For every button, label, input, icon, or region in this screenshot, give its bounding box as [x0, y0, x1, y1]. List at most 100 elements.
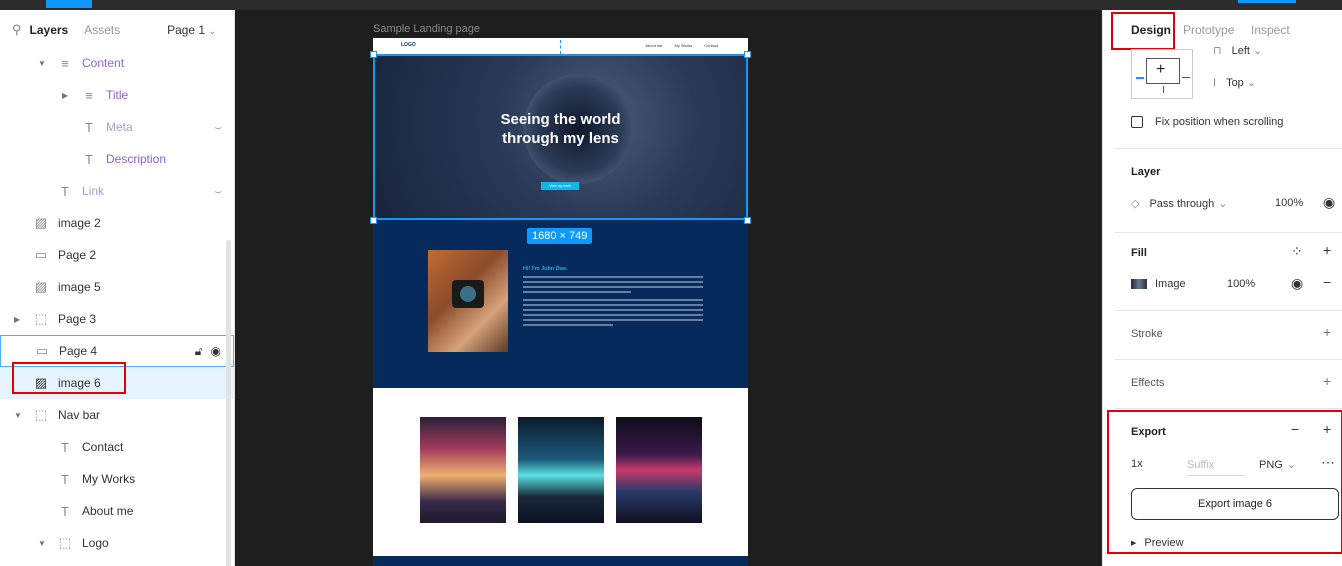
- about-section[interactable]: Hi! I'm John Doe.: [373, 220, 748, 388]
- constraint-left[interactable]: [1136, 77, 1144, 79]
- resize-handle[interactable]: [744, 217, 751, 224]
- text-line: [523, 286, 703, 288]
- export-suffix-input[interactable]: Suffix: [1187, 454, 1245, 476]
- vertical-constraint-select[interactable]: I Top ⌄: [1213, 76, 1256, 89]
- nav-link-about[interactable]: About me: [645, 43, 662, 48]
- caret-down-icon[interactable]: ▼: [14, 411, 24, 420]
- tab-design[interactable]: Design: [1131, 23, 1171, 37]
- hero-image[interactable]: Seeing the world through my lens View my…: [373, 54, 748, 220]
- auto-layout-icon: ≡: [85, 87, 93, 103]
- caret-right-icon[interactable]: ▶: [62, 91, 72, 100]
- image-icon: ▨: [34, 279, 48, 294]
- remove-export-icon[interactable]: −: [1291, 421, 1299, 437]
- layer-row-description[interactable]: T Description: [0, 143, 234, 175]
- fill-row[interactable]: Image: [1131, 278, 1186, 290]
- caret-down-icon[interactable]: ▼: [38, 59, 48, 68]
- portrait-image[interactable]: [428, 250, 508, 352]
- hero-button[interactable]: View my work: [541, 182, 579, 190]
- layer-section-title: Layer: [1131, 166, 1161, 178]
- layer-row-page-2[interactable]: ▭ Page 2: [0, 239, 234, 271]
- export-scale[interactable]: 1x: [1131, 458, 1143, 470]
- text-icon: T: [61, 471, 69, 487]
- more-options-icon[interactable]: ⋯: [1321, 454, 1335, 471]
- constraints-widget[interactable]: +: [1131, 49, 1193, 99]
- gallery-image-2[interactable]: [518, 417, 604, 523]
- resize-handle[interactable]: [744, 51, 751, 58]
- hidden-eye-icon[interactable]: ⌣: [214, 184, 222, 199]
- horizontal-constraint-select[interactable]: ⊓ Left ⌄: [1213, 44, 1262, 57]
- resize-handle[interactable]: [370, 51, 377, 58]
- figma-app: ⚲ Layers Assets Page 1 ⌄ ▼ ≡ Content ▶ ≡…: [0, 0, 1342, 566]
- blend-mode-select[interactable]: ◇ Pass through ⌄: [1131, 197, 1228, 211]
- fix-position-checkbox[interactable]: [1131, 116, 1143, 128]
- text-line: [523, 324, 613, 326]
- add-export-icon[interactable]: +: [1323, 421, 1331, 437]
- layer-row-contact[interactable]: T Contact: [0, 431, 234, 463]
- layer-row-my-works[interactable]: T My Works: [0, 463, 234, 495]
- gallery-image-3[interactable]: [616, 417, 702, 523]
- search-icon[interactable]: ⚲: [12, 22, 22, 38]
- fix-position-option[interactable]: Fix position when scrolling: [1131, 116, 1283, 128]
- layer-row-page-3[interactable]: ▶ ⬚ Page 3: [0, 303, 234, 335]
- page-selector[interactable]: Page 1 ⌄: [167, 23, 216, 37]
- unlock-icon[interactable]: 🔓︎: [195, 344, 203, 359]
- nav-link-contact[interactable]: Contact: [704, 43, 718, 48]
- gallery-image-1[interactable]: [420, 417, 506, 523]
- landing-page-frame[interactable]: LOGO About me My Works Contact Seeing th…: [373, 38, 748, 566]
- tab-inspect[interactable]: Inspect: [1251, 23, 1290, 37]
- layer-row-about-me[interactable]: T About me: [0, 495, 234, 527]
- export-format-select[interactable]: PNG ⌄: [1259, 458, 1296, 472]
- add-effect-icon[interactable]: +: [1323, 373, 1331, 389]
- logo[interactable]: LOGO: [401, 42, 416, 48]
- caret-right-icon[interactable]: ▶: [14, 315, 24, 324]
- fill-opacity[interactable]: 100%: [1227, 278, 1255, 290]
- hidden-eye-icon[interactable]: ⌣: [214, 120, 222, 135]
- layer-name: Link: [82, 184, 105, 198]
- layer-opacity[interactable]: 100%: [1275, 197, 1303, 209]
- constraint-bottom[interactable]: [1163, 86, 1164, 93]
- remove-fill-icon[interactable]: −: [1323, 274, 1331, 290]
- caret-down-icon[interactable]: ▼: [38, 539, 48, 548]
- layer-row-nav-bar[interactable]: ▼ ⬚ Nav bar: [0, 399, 234, 431]
- design-canvas[interactable]: Sample Landing page LOGO About me My Wor…: [235, 10, 1101, 566]
- resize-handle[interactable]: [370, 217, 377, 224]
- layer-name: Logo: [82, 536, 109, 550]
- eye-icon[interactable]: ◉: [211, 344, 221, 359]
- layer-row-logo[interactable]: ▼ ⬚ Logo: [0, 527, 234, 559]
- tab-layers[interactable]: Layers: [30, 23, 69, 37]
- add-stroke-icon[interactable]: +: [1323, 324, 1331, 340]
- nav-link-works[interactable]: My Works: [675, 43, 693, 48]
- layers-scrollbar[interactable]: [226, 240, 231, 566]
- vertical-constraint-value: Top: [1226, 77, 1244, 89]
- frame-label[interactable]: Sample Landing page: [373, 23, 480, 35]
- export-section-title: Export: [1131, 426, 1166, 438]
- constraint-right[interactable]: [1182, 77, 1190, 78]
- layer-row-content[interactable]: ▼ ≡ Content: [0, 47, 234, 79]
- image-fill-swatch[interactable]: [1131, 279, 1147, 289]
- export-button[interactable]: Export image 6: [1131, 488, 1339, 520]
- layer-row-image-5[interactable]: ▨ image 5: [0, 271, 234, 303]
- tab-assets[interactable]: Assets: [84, 23, 120, 37]
- preview-toggle[interactable]: ▶ Preview: [1131, 537, 1184, 549]
- eye-icon[interactable]: ◉: [1323, 194, 1335, 211]
- layer-row-page-4[interactable]: ▭ Page 4 🔓︎ ◉: [0, 335, 234, 367]
- layer-row-title[interactable]: ▶ ≡ Title: [0, 79, 234, 111]
- tab-prototype[interactable]: Prototype: [1183, 23, 1234, 37]
- add-fill-icon[interactable]: +: [1323, 242, 1331, 258]
- layer-name: Nav bar: [58, 408, 101, 422]
- layer-name: Content: [82, 56, 125, 70]
- text-line: [523, 281, 703, 283]
- active-tool-indicator[interactable]: [46, 0, 92, 8]
- layer-row-meta[interactable]: T Meta ⌣: [0, 111, 234, 143]
- auto-layout-icon: ≡: [61, 55, 69, 71]
- layer-row-link[interactable]: T Link ⌣: [0, 175, 234, 207]
- layer-row-image-6[interactable]: ▨ image 6: [0, 367, 234, 399]
- footer-section[interactable]: [373, 556, 748, 566]
- layer-row-image-2[interactable]: ▨ image 2: [0, 207, 234, 239]
- text-icon: T: [61, 183, 69, 199]
- gallery-section[interactable]: [373, 388, 748, 556]
- styles-grid-icon[interactable]: ⁘: [1291, 243, 1303, 260]
- eye-icon[interactable]: ◉: [1291, 275, 1303, 292]
- effects-section-title: Effects: [1131, 377, 1165, 389]
- share-button-edge[interactable]: [1238, 0, 1296, 3]
